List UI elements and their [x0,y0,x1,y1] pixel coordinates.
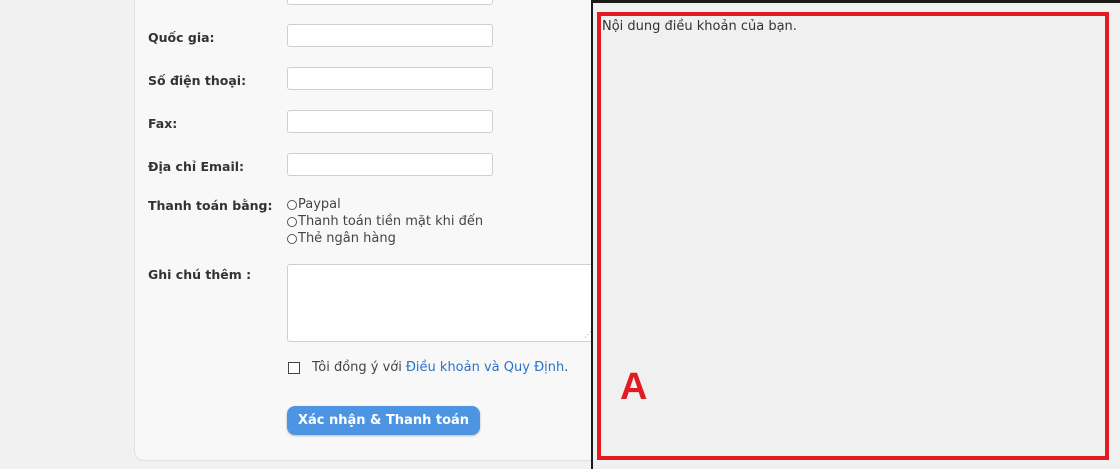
notes-label: Ghi chú thêm : [148,267,252,282]
agree-period: . [564,360,569,375]
payment-option-card[interactable]: Thẻ ngân hàng [287,230,483,247]
payment-option-label: Thẻ ngân hàng [298,231,396,246]
payment-option-label: Thanh toán tiền mặt khi đến [298,214,484,229]
highlight-frame [597,12,1109,460]
radio-icon[interactable] [287,199,297,210]
previous-field-input[interactable] [287,0,493,5]
radio-icon[interactable] [287,216,297,227]
email-input[interactable] [287,153,493,176]
payment-option-paypal[interactable]: Paypal [287,196,483,213]
payment-option-cash[interactable]: Thanh toán tiền mặt khi đến [287,213,483,230]
panel-top-border [591,0,1120,3]
country-input[interactable] [287,24,493,47]
payment-label: Thanh toán bằng: [148,198,273,213]
fax-input[interactable] [287,110,493,133]
payment-option-label: Paypal [298,197,341,212]
fax-label: Fax: [148,116,178,131]
payment-options: Paypal Thanh toán tiền mặt khi đến Thẻ n… [287,196,483,247]
annotation-marker: A [620,366,648,408]
phone-label: Số điện thoại: [148,73,247,88]
terms-link[interactable]: Điều khoản và Quy Định [406,360,564,375]
agree-checkbox[interactable] [288,361,300,374]
email-label: Địa chỉ Email: [148,159,245,174]
agree-text: Tôi đồng ý với [312,360,402,375]
notes-textarea[interactable] [287,264,607,342]
radio-icon[interactable] [287,233,297,244]
terms-content-text: Nội dung điều khoản của bạn. [602,19,797,34]
confirm-payment-button[interactable]: Xác nhận & Thanh toán [287,406,480,435]
phone-input[interactable] [287,67,493,90]
country-label: Quốc gia: [148,30,215,45]
terms-agreement: Tôi đồng ý với Điều khoản và Quy Định . [288,360,568,375]
